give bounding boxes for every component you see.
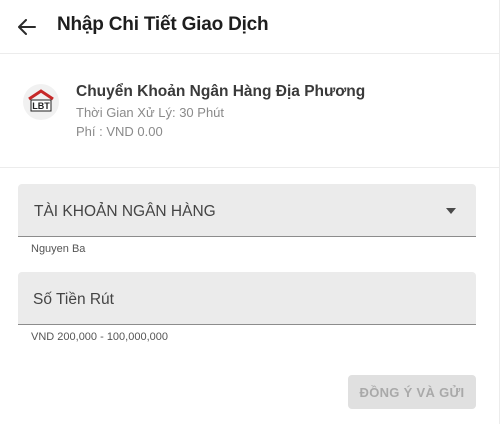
back-button[interactable] (15, 15, 39, 39)
processing-time: Thời Gian Xử Lý: 30 Phút (76, 105, 225, 120)
method-name: Chuyển Khoản Ngân Hàng Địa Phương (76, 83, 366, 100)
dropdown-arrow-icon (446, 208, 456, 214)
payment-method-card: LBT Chuyển Khoản Ngân Hàng Địa Phương Th… (0, 55, 500, 168)
withdrawal-details-page: Nhập Chi Tiết Giao Dịch LBT Chuyển Khoản… (0, 0, 500, 424)
bank-account-select[interactable]: TÀI KHOẢN NGÂN HÀNG (18, 184, 476, 237)
lbt-logo-icon: LBT (28, 89, 54, 112)
arrow-left-icon (18, 19, 36, 35)
bank-account-holder: Nguyen Ba (31, 243, 86, 255)
amount-input[interactable] (18, 272, 476, 324)
amount-field[interactable] (18, 272, 476, 325)
bank-logo: LBT (23, 84, 59, 120)
logo-text: LBT (32, 101, 50, 111)
page-title: Nhập Chi Tiết Giao Dịch (57, 14, 269, 35)
bank-account-label: TÀI KHOẢN NGÂN HÀNG (34, 203, 216, 220)
fee-text: Phí : VND 0.00 (76, 124, 163, 139)
submit-button[interactable]: ĐỒNG Ý VÀ GỬI (348, 375, 476, 409)
header: Nhập Chi Tiết Giao Dịch (0, 0, 500, 54)
amount-range-hint: VND 200,000 - 100,000,000 (31, 331, 168, 343)
